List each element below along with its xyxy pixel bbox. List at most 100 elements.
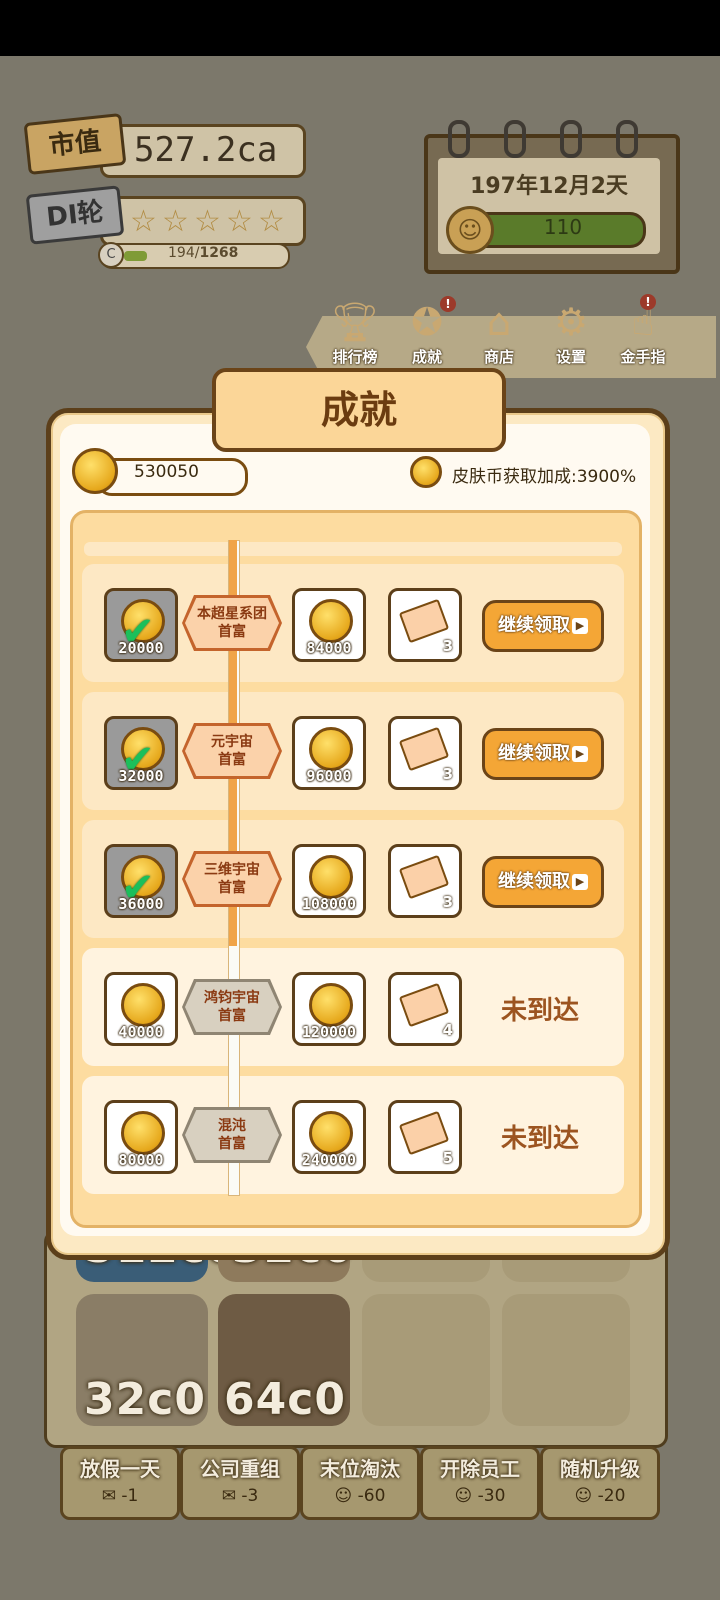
bonus-coin-slot: 240000 (292, 1100, 366, 1174)
action-label: 末位淘汰 (320, 1457, 400, 1481)
video-play-icon: ▶ (572, 618, 588, 634)
reward-coin-amount: 20000 (118, 639, 164, 657)
ticket-slot: 3 (388, 588, 462, 662)
coin-bonus-text: 皮肤币获取加成:3900% (452, 467, 637, 487)
reward-coin-slot: ✔ 32000 (104, 716, 178, 790)
milestone-title: 首富 (218, 1136, 246, 1152)
skin-coin-icon (309, 983, 353, 1027)
reward-coin-slot: ✔ 20000 (104, 588, 178, 662)
employee-card-label: 64c0 (224, 1374, 346, 1425)
milestone-name: 混沌 (218, 1118, 246, 1134)
reward-coin-amount: 32000 (118, 767, 164, 785)
smiley-face-icon: ☺ (454, 1486, 473, 1506)
empty-slot (502, 1294, 630, 1426)
reward-coin-amount: 40000 (118, 1023, 164, 1041)
notification-badge: ! (440, 296, 456, 312)
rank-label: DI轮 (44, 197, 106, 233)
bonus-coin-slot: 96000 (292, 716, 366, 790)
continue-claim-button[interactable]: 继续领取 ▶ (482, 856, 604, 908)
notification-badge: ! (640, 294, 656, 310)
calendar-date: 197年12月2天 (470, 174, 628, 199)
list-scroll-edge (84, 542, 622, 556)
menu-cheat-button[interactable]: ☝ 金手指 (608, 300, 678, 367)
employee-card[interactable]: 32c0 (76, 1294, 208, 1426)
video-play-icon: ▶ (572, 874, 588, 890)
ticket-count: 4 (442, 1021, 453, 1039)
bonus-coin-amount: 120000 (301, 1023, 357, 1041)
eliminate-last-button[interactable]: 末位淘汰 ☺ -60 (300, 1446, 420, 1520)
menu-settings-button[interactable]: ⚙ 设置 (536, 300, 606, 367)
market-cap-label: 市值 (47, 126, 103, 162)
menu-shop-button[interactable]: ⌂ 商店 (464, 300, 534, 367)
calendar-ring-icon (560, 120, 582, 158)
progress-current: 194 (168, 245, 195, 261)
continue-claim-button[interactable]: 继续领取 ▶ (482, 600, 604, 652)
calendar-ring-icon (504, 120, 526, 158)
random-upgrade-button[interactable]: 随机升级 ☺ -20 (540, 1446, 660, 1520)
coin-bonus-icon (410, 456, 442, 488)
ticket-icon: ✉ (101, 1486, 116, 1506)
reward-coin-slot: 80000 (104, 1100, 178, 1174)
menu-label: 商店 (483, 348, 514, 366)
reward-coin-amount: 36000 (118, 895, 164, 913)
milestone-name: 鸿钧宇宙 (204, 990, 260, 1006)
milestone-tag: 混沌 首富 (182, 1107, 282, 1163)
menu-label: 排行榜 (332, 348, 378, 366)
rank-tag: DI轮 (25, 185, 125, 245)
employee-card[interactable]: 64c0 (218, 1294, 350, 1426)
bonus-coin-amount: 108000 (301, 895, 357, 913)
smiley-face-icon: ☺ (574, 1486, 593, 1506)
action-cost: ✉ -1 (63, 1486, 177, 1506)
milestone-name: 三维宇宙 (204, 862, 260, 878)
milestone-name: 本超星系团 (197, 606, 267, 622)
ticket-icon: ✉ (221, 1486, 236, 1506)
skin-coin-icon (309, 1111, 353, 1155)
ticket-slot: 3 (388, 716, 462, 790)
skin-coin-icon (72, 448, 118, 494)
smiley-face-icon: ☺ (446, 206, 494, 254)
coin-balance: 530050 (134, 462, 199, 482)
rank-progress-fill (124, 251, 147, 261)
mood-value: 110 (543, 215, 583, 239)
milestone-title: 首富 (218, 752, 246, 768)
ticket-slot: 3 (388, 844, 462, 918)
empty-slot (362, 1294, 490, 1426)
action-cost-value: -1 (121, 1486, 139, 1506)
action-label: 随机升级 (560, 1457, 640, 1481)
bonus-coin-slot: 108000 (292, 844, 366, 918)
day-off-button[interactable]: 放假一天 ✉ -1 (60, 1446, 180, 1520)
calendar-ring-icon (448, 120, 470, 158)
action-cost: ☺ -60 (303, 1486, 417, 1506)
not-reached-label: 未到达 (500, 996, 579, 1026)
star-icon: ☆ (226, 204, 253, 239)
rank-progress-text: 194/1268 (168, 245, 239, 261)
skin-coin-icon (309, 855, 353, 899)
action-cost-value: -3 (241, 1486, 259, 1506)
video-play-icon: ▶ (572, 746, 588, 762)
star-icon: ☆ (194, 204, 221, 239)
shop-icon: ⌂ (486, 300, 512, 344)
skin-coin-icon (121, 983, 165, 1027)
milestone-title: 首富 (218, 880, 246, 896)
menu-label: 金手指 (620, 348, 666, 366)
modal-title: 成就 (320, 388, 397, 432)
restructure-button[interactable]: 公司重组 ✉ -3 (180, 1446, 300, 1520)
bonus-coin-amount: 84000 (306, 639, 352, 657)
continue-claim-button[interactable]: 继续领取 ▶ (482, 728, 604, 780)
not-reached-label: 未到达 (500, 1124, 579, 1154)
milestone-title: 首富 (218, 624, 246, 640)
action-cost: ✉ -3 (183, 1486, 297, 1506)
calendar-ring-icon (616, 120, 638, 158)
milestone-tag: 鸿钧宇宙 首富 (182, 979, 282, 1035)
ticket-count: 3 (442, 637, 453, 655)
market-cap-tag: 市值 (23, 113, 127, 175)
action-label: 公司重组 (200, 1457, 280, 1481)
modal-title-plate: 成就 (212, 368, 506, 452)
fire-employee-button[interactable]: 开除员工 ☺ -30 (420, 1446, 540, 1520)
milestone-tag: 三维宇宙 首富 (182, 851, 282, 907)
menu-leaderboard-button[interactable]: 🏆︎ 排行榜 (320, 300, 390, 367)
bonus-coin-amount: 240000 (301, 1151, 357, 1169)
skin-coin-icon (121, 1111, 165, 1155)
market-cap-value: 527.2ca (134, 130, 278, 170)
employee-card-label: 32c0 (84, 1374, 206, 1425)
